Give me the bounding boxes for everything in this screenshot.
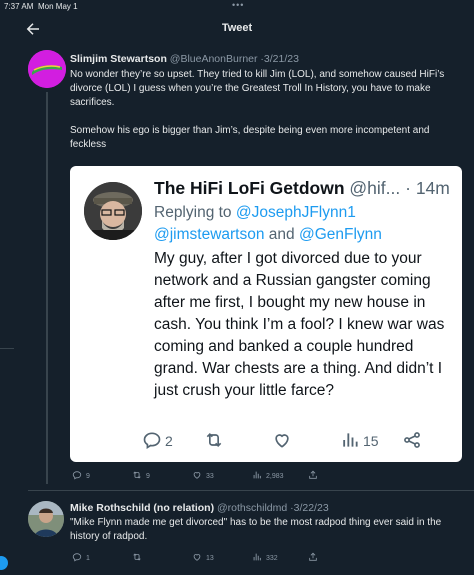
views-icon — [252, 470, 266, 482]
tweet-text: "Mike Flynn made me get divorced" has to… — [70, 517, 442, 542]
view-count: 332 — [266, 554, 278, 562]
compose-button[interactable] — [0, 556, 8, 570]
retweet-button[interactable]: 9 — [132, 470, 150, 482]
like-button[interactable]: 13 — [192, 552, 214, 564]
share-icon — [308, 552, 322, 564]
replying-to-label: Replying to — [154, 204, 232, 221]
tweet-paragraph: No wonder they’re so upset. They tried t… — [70, 69, 445, 108]
status-time: 7:37 AM — [4, 2, 34, 11]
multitask-dots-icon[interactable]: ••• — [232, 0, 244, 10]
share-button[interactable] — [308, 470, 322, 482]
tweet-header: Slimjim Stewartson @BlueAnonBurner ·3/21… — [70, 53, 299, 65]
embedded-retweet — [204, 430, 227, 452]
heart-icon — [192, 470, 206, 482]
embedded-header: The HiFi LoFi Getdown @hif... · 14m — [154, 178, 450, 198]
thread-line — [46, 92, 48, 484]
view-count: 2,983 — [266, 472, 284, 480]
embedded-views: 15 — [340, 430, 379, 452]
share-icon — [402, 430, 425, 453]
views-icon — [252, 552, 266, 564]
top-bar: Tweet — [0, 14, 474, 44]
replying-to: Replying to @JosephJFlynn1 @jimstewartso… — [154, 202, 454, 246]
tweet-header: Mike Rothschild (no relation) @rothschil… — [70, 502, 329, 514]
share-button[interactable] — [308, 552, 322, 564]
reply-handle: @GenFlynn — [298, 226, 382, 243]
embedded-tweet-text: My guy, after I got divorced due to your… — [154, 250, 445, 399]
author-name[interactable]: Mike Rothschild (no relation) — [70, 502, 214, 514]
reply-handle: @jimstewartson — [154, 226, 265, 243]
embedded-reply: 2 — [142, 430, 173, 452]
embedded-reply-count: 2 — [165, 433, 173, 449]
tweet-date: 3/22/23 — [293, 502, 329, 514]
embedded-tweet-image[interactable]: The HiFi LoFi Getdown @hif... · 14m Repl… — [70, 166, 462, 462]
author-handle[interactable]: @BlueAnonBurner — [170, 53, 258, 65]
author-name[interactable]: Slimjim Stewartson — [70, 53, 167, 65]
status-date: Mon May 1 — [38, 2, 78, 11]
like-button[interactable]: 33 — [192, 470, 214, 482]
reply-icon — [142, 430, 165, 453]
reply-button[interactable]: 9 — [72, 470, 90, 482]
like-count: 33 — [206, 472, 214, 480]
retweet-count: 9 — [146, 472, 150, 480]
reply-count: 1 — [86, 554, 90, 562]
tweet-action-bar: 9 9 33 2,983 — [72, 470, 452, 484]
author-handle[interactable]: @rothschildmd — [217, 502, 287, 514]
views-button[interactable]: 2,983 — [252, 470, 284, 482]
reply-icon — [72, 470, 86, 482]
embedded-view-count: 15 — [363, 433, 379, 449]
page-title: Tweet — [221, 22, 253, 34]
retweet-icon — [132, 470, 146, 482]
avatar[interactable] — [28, 501, 64, 537]
embedded-author-name: The HiFi LoFi Getdown — [154, 178, 345, 198]
embedded-share — [402, 430, 425, 452]
tweet-action-bar: 1 13 332 — [72, 552, 452, 564]
embedded-handle: @hif... — [349, 178, 401, 198]
avatar — [84, 182, 142, 240]
status-bar: 7:37 AM Mon May 1 ••• — [0, 0, 474, 12]
embedded-time: 14m — [415, 178, 450, 198]
heart-icon — [192, 552, 206, 564]
reply-count: 9 — [86, 472, 90, 480]
retweet-icon — [132, 552, 146, 564]
embedded-action-bar: 2 15 — [143, 430, 454, 452]
share-icon — [308, 470, 322, 482]
views-icon — [340, 430, 363, 453]
divider — [0, 348, 14, 349]
avatar[interactable] — [28, 50, 66, 88]
tweet-paragraph: Somehow his ego is bigger than Jim’s, de… — [70, 125, 430, 150]
divider — [28, 490, 474, 491]
tweet-text: No wonder they’re so upset. They tried t… — [70, 68, 466, 152]
views-button[interactable]: 332 — [252, 552, 278, 564]
reply-icon — [72, 552, 86, 564]
retweet-icon — [204, 430, 227, 453]
heart-icon — [272, 430, 295, 453]
reply-button[interactable]: 1 — [72, 552, 90, 564]
embedded-like — [272, 430, 295, 452]
retweet-button[interactable] — [132, 552, 146, 564]
tweet-date: 3/21/23 — [263, 53, 299, 65]
reply-handle: @JosephJFlynn1 — [235, 204, 356, 221]
replying-to-and: and — [268, 226, 295, 243]
like-count: 13 — [206, 554, 214, 562]
